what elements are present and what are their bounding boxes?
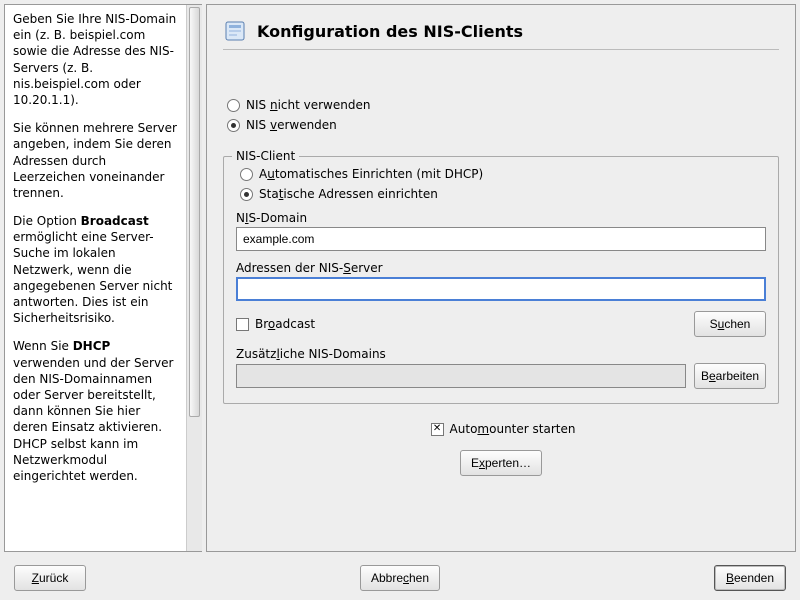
radio-label: Automatisches Einrichten (mit DHCP) [259, 167, 483, 181]
nis-domain-input[interactable] [236, 227, 766, 251]
help-para-2: Sie können mehrere Server angeben, indem… [13, 120, 178, 201]
nis-server-addresses-label: Adressen der NIS-Server [236, 261, 766, 275]
search-button[interactable]: Suchen [694, 311, 766, 337]
checkbox-label: Broadcast [255, 317, 315, 331]
nis-client-group: NIS-Client Automatisches Einrichten (mit… [223, 156, 779, 404]
checkbox-label: Automounter starten [450, 422, 576, 436]
title-divider [223, 49, 779, 50]
help-scrollbar[interactable] [186, 5, 202, 551]
nis-client-legend: NIS-Client [232, 149, 299, 163]
help-panel: Geben Sie Ihre NIS-Domain ein (z. B. bei… [4, 4, 202, 552]
extra-domains-input [236, 364, 686, 388]
radio-static-addresses[interactable]: Statische Adressen einrichten [236, 187, 766, 201]
edit-button[interactable]: Bearbeiten [694, 363, 766, 389]
radio-label: Statische Adressen einrichten [259, 187, 438, 201]
config-icon [223, 19, 247, 43]
experts-button[interactable]: Experten… [460, 450, 542, 476]
radio-nis-use[interactable]: NIS verwenden [223, 118, 779, 132]
radio-icon [240, 188, 253, 201]
page-title: Konfiguration des NIS-Clients [257, 22, 523, 41]
help-scrollbar-thumb[interactable] [189, 7, 200, 417]
broadcast-checkbox[interactable]: Broadcast [236, 317, 315, 331]
radio-label: NIS verwenden [246, 118, 337, 132]
radio-icon [227, 99, 240, 112]
checkbox-icon [236, 318, 249, 331]
radio-nis-dont-use[interactable]: NIS nicht verwenden [223, 98, 779, 112]
nis-server-addresses-input[interactable] [236, 277, 766, 301]
radio-auto-dhcp[interactable]: Automatisches Einrichten (mit DHCP) [236, 167, 766, 181]
checkbox-icon: ✕ [431, 423, 444, 436]
finish-button[interactable]: Beenden [714, 565, 786, 591]
content-panel: Konfiguration des NIS-Clients NIS nicht … [206, 4, 796, 552]
wizard-button-bar: Zurück Abbrechen Beenden [0, 556, 800, 600]
cancel-button[interactable]: Abbrechen [360, 565, 440, 591]
nis-domain-label: NIS-Domain [236, 211, 766, 225]
help-para-4: Wenn Sie DHCP verwenden und der Server d… [13, 338, 178, 484]
back-button[interactable]: Zurück [14, 565, 86, 591]
automounter-checkbox[interactable]: ✕ Automounter starten [427, 422, 576, 436]
radio-label: NIS nicht verwenden [246, 98, 370, 112]
extra-domains-label: Zusätzliche NIS-Domains [236, 347, 766, 361]
radio-icon [240, 168, 253, 181]
radio-icon [227, 119, 240, 132]
help-para-3: Die Option Broadcast ermöglicht eine Ser… [13, 213, 178, 326]
help-text: Geben Sie Ihre NIS-Domain ein (z. B. bei… [5, 5, 186, 551]
help-para-1: Geben Sie Ihre NIS-Domain ein (z. B. bei… [13, 11, 178, 108]
